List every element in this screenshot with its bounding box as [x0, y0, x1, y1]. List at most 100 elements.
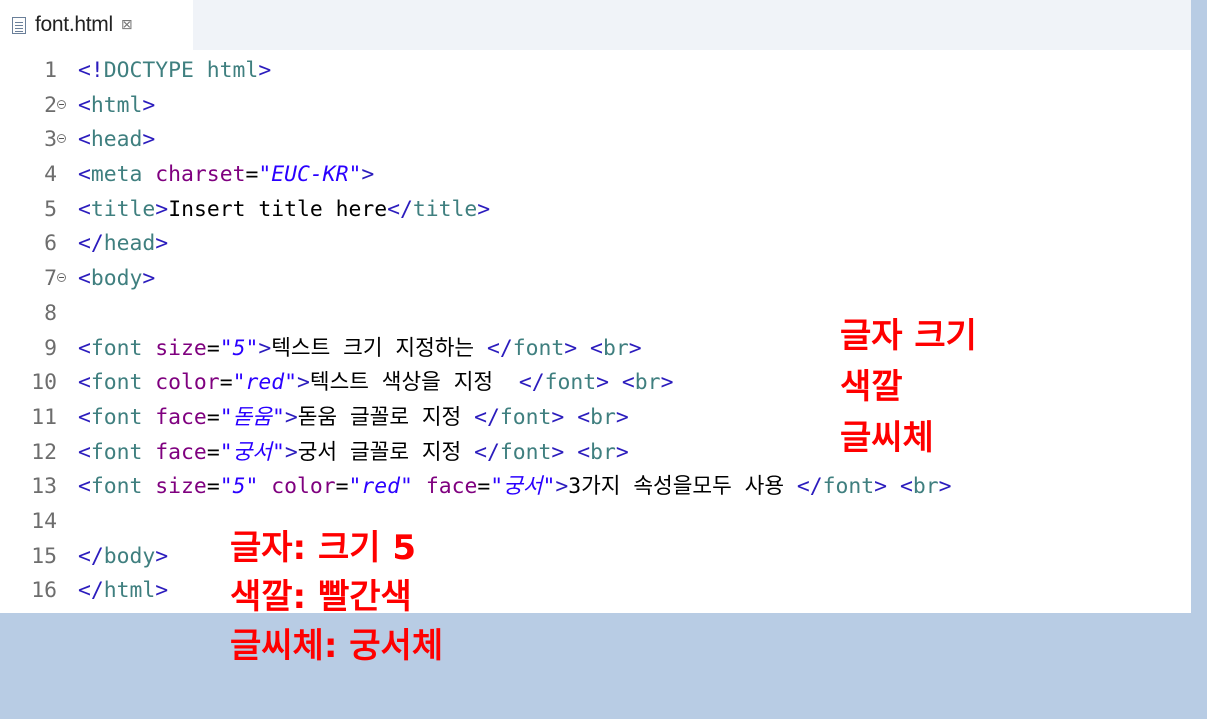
- code-token: >: [628, 335, 642, 361]
- line-number: 6: [44, 231, 57, 257]
- line-number: 8: [44, 300, 57, 326]
- code-token: =: [245, 162, 259, 188]
- editor-tab-bar: font.html ⊠: [0, 0, 1191, 50]
- annotation-summary-size: 글자: 크기 5: [230, 528, 417, 568]
- code-line[interactable]: 9 <font size="5">텍스트 크기 지정하는 </font> <br>: [0, 332, 1191, 367]
- code-token: font: [499, 439, 552, 465]
- code-token: size: [155, 474, 207, 500]
- code-token: </: [474, 439, 500, 465]
- tab-font-html[interactable]: font.html ⊠: [0, 0, 193, 50]
- code-token: br: [912, 474, 939, 500]
- close-icon[interactable]: ⊠: [121, 17, 133, 33]
- code-token: <: [78, 196, 91, 222]
- code-token: >: [155, 196, 169, 222]
- code-token: size: [155, 335, 207, 361]
- line-number: 2: [44, 92, 57, 118]
- code-token: >: [155, 231, 169, 257]
- code-text: <head>: [78, 123, 155, 158]
- code-line[interactable]: 14: [0, 505, 1191, 540]
- line-number: 5: [44, 196, 57, 222]
- code-line[interactable]: 13 <font size="5" color="red" face="궁서">3…: [0, 470, 1191, 505]
- code-token: <: [621, 370, 635, 396]
- fold-toggle-icon[interactable]: [57, 134, 66, 144]
- code-area[interactable]: 1 <!DOCTYPE html> 2 <html> 3 <head> 4 <meta cha…: [0, 54, 1191, 609]
- code-token: "궁서": [490, 474, 556, 500]
- code-line[interactable]: 3 <head>: [0, 123, 1191, 158]
- code-token: 3가지 속성을모두 사용: [568, 474, 797, 500]
- code-line[interactable]: 4 <meta charset="EUC-KR">: [0, 158, 1191, 193]
- code-token: <: [78, 127, 91, 153]
- line-number: 3: [44, 127, 57, 153]
- line-number: 11: [31, 404, 57, 430]
- code-line[interactable]: 7 <body>: [0, 262, 1191, 297]
- code-line[interactable]: 10 <font color="red">텍스트 색상을 지정 </font> <…: [0, 366, 1191, 401]
- line-number: 15: [31, 543, 57, 569]
- code-token: 텍스트 색상을 지정: [309, 370, 519, 396]
- code-token: >: [938, 474, 952, 500]
- line-number: 10: [31, 370, 57, 396]
- code-token: </: [486, 335, 513, 361]
- code-token: DOCTYPE html: [103, 58, 259, 83]
- code-text: <body>: [78, 262, 155, 297]
- code-token: >: [297, 370, 310, 396]
- code-text: </head>: [78, 227, 168, 262]
- code-line[interactable]: 16 </html>: [0, 574, 1191, 609]
- html-file-icon: [12, 16, 26, 34]
- annotation-font-size: 글자 크기: [840, 316, 977, 356]
- annotation-summary-color: 색깔: 빨간색: [230, 577, 412, 617]
- code-token: </: [78, 231, 104, 257]
- code-token: =: [206, 404, 220, 430]
- code-token: html: [90, 92, 143, 118]
- code-token: <: [78, 474, 91, 500]
- fold-toggle-icon[interactable]: [57, 99, 66, 109]
- code-text: <title>Insert title here</title>: [78, 193, 490, 228]
- code-token: >: [284, 404, 298, 430]
- code-text: </body>: [78, 540, 168, 575]
- code-token: <: [78, 266, 91, 292]
- line-number: 16: [31, 578, 57, 604]
- code-token: "5": [219, 474, 259, 500]
- code-token: </: [387, 196, 413, 222]
- code-token: >: [615, 439, 629, 465]
- code-line[interactable]: 6 </head>: [0, 227, 1191, 262]
- code-token: <: [78, 370, 91, 396]
- code-line[interactable]: 5 <title>Insert title here</title>: [0, 193, 1191, 228]
- code-line[interactable]: 1 <!DOCTYPE html>: [0, 54, 1191, 89]
- code-token: >: [596, 370, 610, 396]
- code-line[interactable]: 2 <html>: [0, 89, 1191, 124]
- code-token: <: [78, 335, 91, 361]
- code-token: br: [602, 335, 629, 361]
- code-token: font: [822, 474, 875, 500]
- code-line[interactable]: 12 <font face="궁서">궁서 글꼴로 지정 </font> <br>: [0, 436, 1191, 471]
- code-token: <: [899, 474, 913, 500]
- code-token: font: [90, 474, 143, 500]
- code-line[interactable]: 8: [0, 297, 1191, 332]
- line-number: 1: [44, 58, 57, 83]
- line-number: 9: [44, 335, 57, 361]
- code-token: </: [474, 404, 500, 430]
- tab-label: font.html: [35, 13, 113, 36]
- code-token: title: [412, 196, 478, 222]
- code-token: >: [142, 92, 156, 118]
- code-line[interactable]: 11 <font face="돋움">돋움 글꼴로 지정 </font> <br>: [0, 401, 1191, 436]
- code-text: </html>: [78, 574, 168, 609]
- code-token: </: [78, 578, 104, 604]
- code-token: font: [90, 370, 143, 396]
- code-token: >: [142, 266, 156, 292]
- annotation-color: 색깔: [840, 367, 903, 407]
- code-token: <: [78, 404, 91, 430]
- code-token: font: [512, 335, 565, 361]
- code-token: 텍스트 크기 지정하는: [271, 335, 487, 361]
- code-token: "red": [232, 370, 297, 396]
- code-token: body: [90, 266, 143, 292]
- code-token: font: [90, 335, 143, 361]
- code-token: "돋움": [219, 404, 285, 430]
- code-token: </: [796, 474, 823, 500]
- fold-toggle-icon[interactable]: [57, 273, 66, 283]
- code-line[interactable]: 15 </body>: [0, 540, 1191, 575]
- code-token: br: [634, 370, 661, 396]
- code-token: br: [590, 404, 616, 430]
